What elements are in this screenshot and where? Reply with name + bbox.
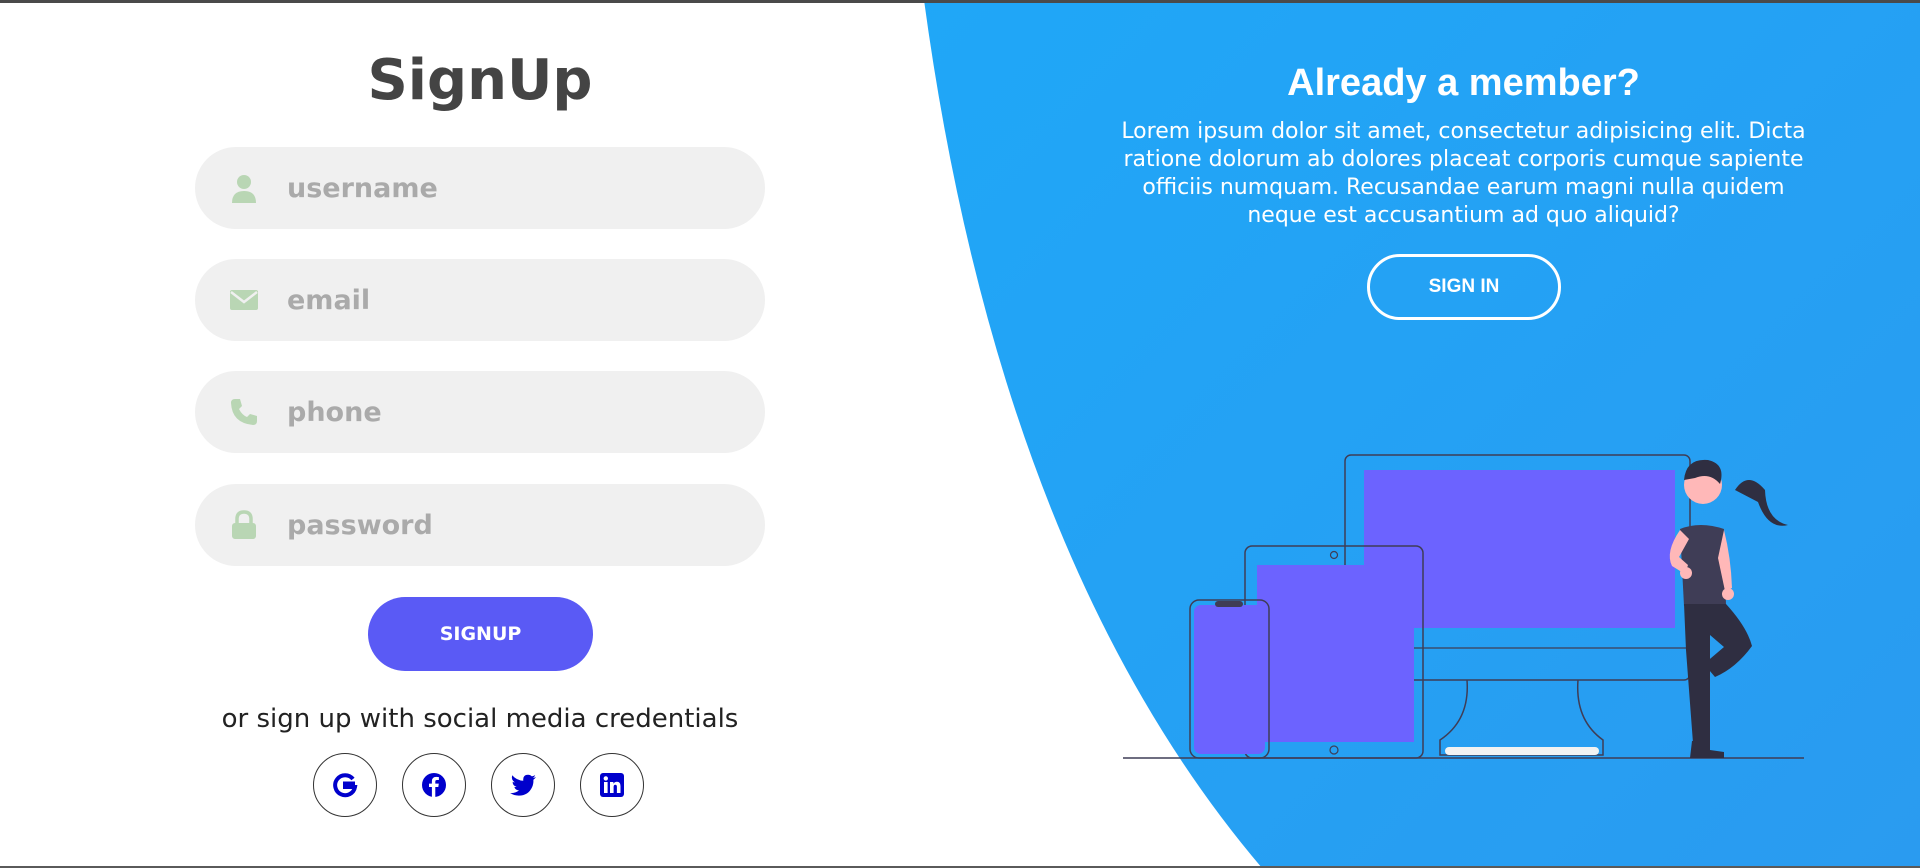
google-icon xyxy=(333,773,358,798)
signup-title: SignUp xyxy=(367,48,593,113)
password-field[interactable] xyxy=(195,484,765,566)
email-input[interactable] xyxy=(287,259,727,341)
linkedin-icon xyxy=(600,773,624,797)
social-media-text: or sign up with social media credentials xyxy=(221,704,739,734)
panel-description: Lorem ipsum dolor sit amet, consectetur … xyxy=(1121,119,1806,228)
password-input[interactable] xyxy=(287,484,727,566)
email-field[interactable] xyxy=(195,259,765,341)
phone-input[interactable] xyxy=(287,371,727,453)
username-input[interactable] xyxy=(287,147,727,229)
facebook-icon xyxy=(422,773,446,797)
linkedin-button[interactable] xyxy=(580,753,644,817)
envelope-icon xyxy=(230,290,258,310)
top-border xyxy=(0,0,1920,3)
phone-icon xyxy=(231,399,257,425)
signup-button[interactable]: SIGNUP xyxy=(368,597,593,671)
username-field[interactable] xyxy=(195,147,765,229)
lock-icon xyxy=(232,510,256,539)
facebook-button[interactable] xyxy=(402,753,466,817)
user-icon xyxy=(232,175,256,203)
sign-in-button[interactable]: SIGN IN xyxy=(1367,254,1561,320)
devices-illustration xyxy=(1123,454,1804,759)
panel-title: Already a member? xyxy=(1287,62,1640,104)
twitter-button[interactable] xyxy=(491,753,555,817)
phone-field[interactable] xyxy=(195,371,765,453)
twitter-icon xyxy=(510,774,536,796)
google-button[interactable] xyxy=(313,753,377,817)
